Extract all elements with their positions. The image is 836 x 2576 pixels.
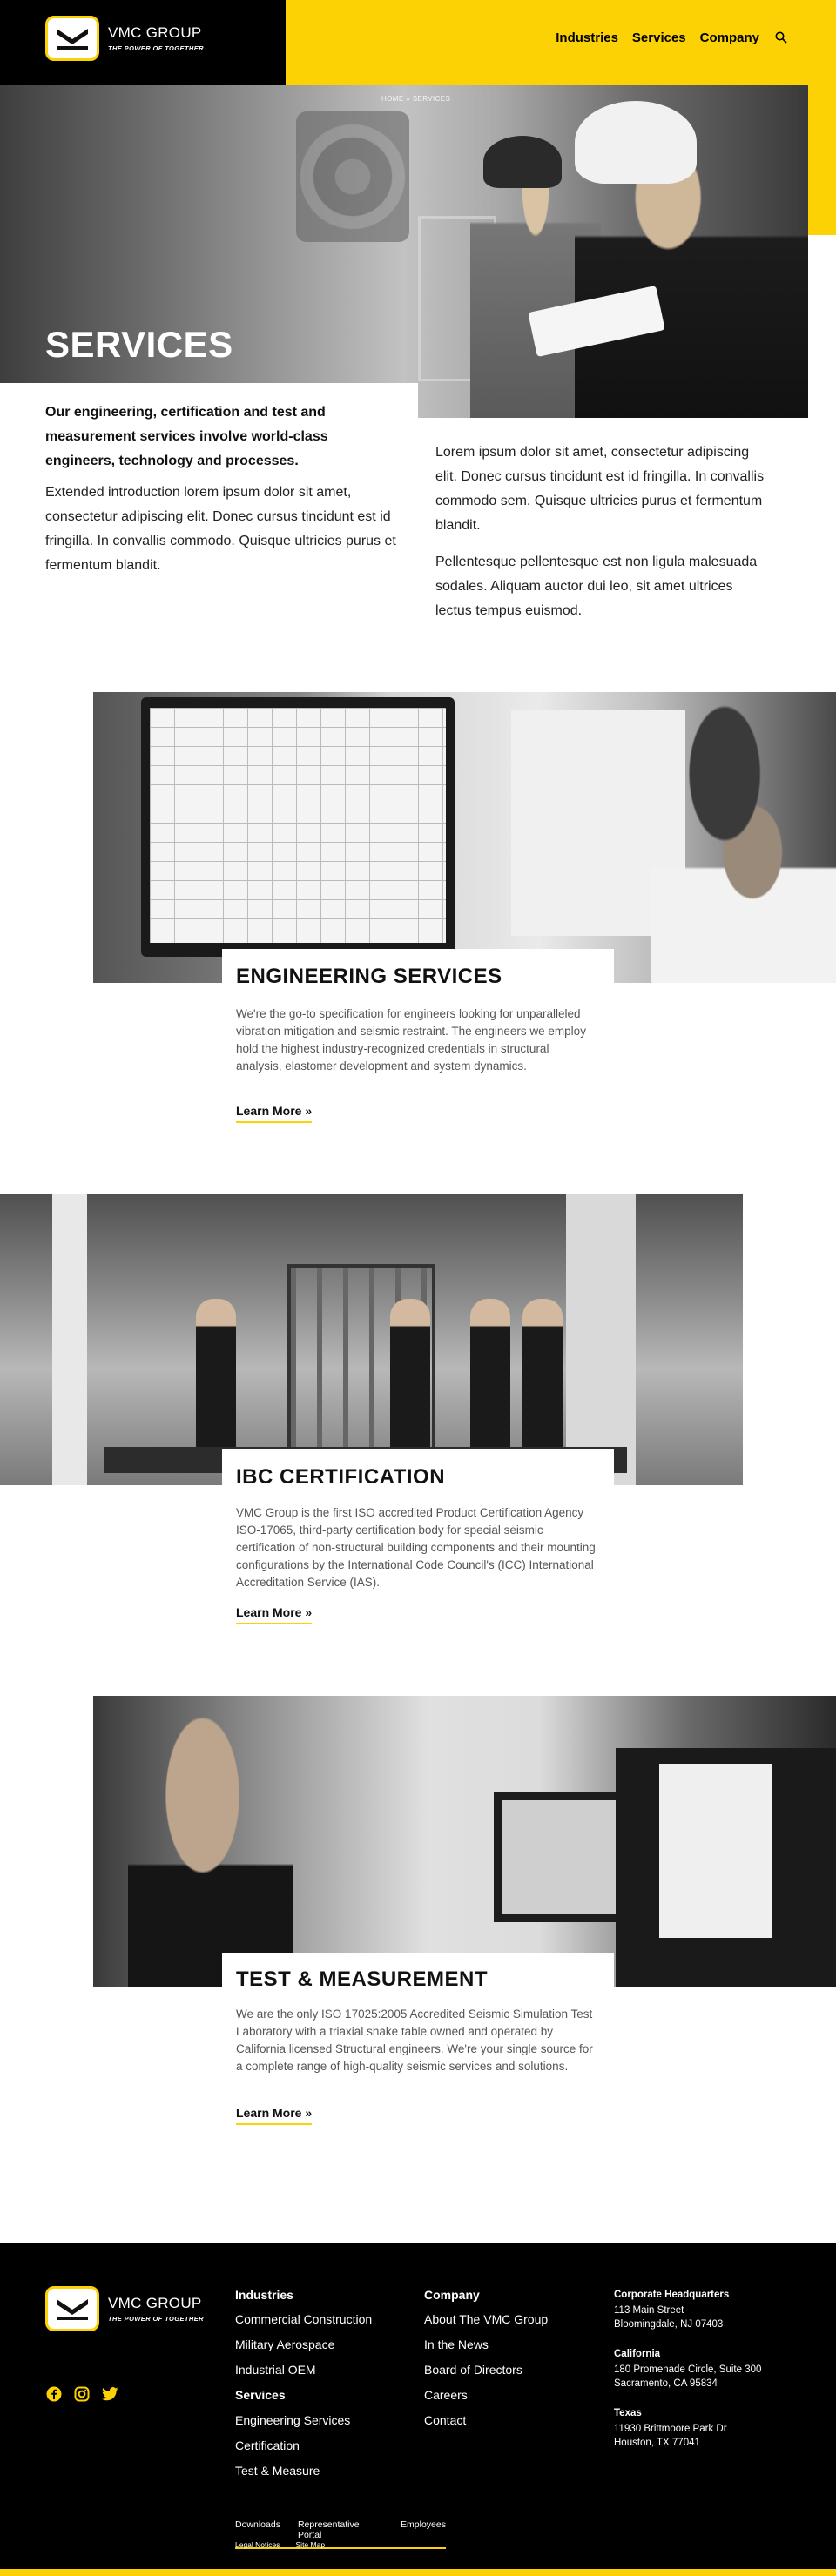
footer-link-engineering-services[interactable]: Engineering Services [235, 2413, 372, 2427]
footer-industries-heading[interactable]: Industries [235, 2288, 372, 2302]
facebook-icon[interactable] [45, 2385, 63, 2403]
address-line: 180 Promenade Circle, Suite 300 [614, 2364, 762, 2375]
intro-body: Extended introduction lorem ipsum dolor … [45, 485, 396, 573]
breadcrumb-home[interactable]: HOME [381, 95, 404, 103]
footer-company-heading[interactable]: Company [424, 2288, 548, 2302]
breadcrumb-separator: » [406, 95, 411, 103]
footer-link-news[interactable]: In the News [424, 2337, 548, 2351]
intro-right-column: Lorem ipsum dolor sit amet, consectetur … [435, 441, 771, 623]
engineering-services-learn-more-link[interactable]: Learn More » [236, 1104, 313, 1123]
footer-yellow-stripe [0, 2569, 836, 2576]
twitter-icon[interactable] [101, 2385, 118, 2403]
test-measurement-image [93, 1696, 836, 1987]
footer-link-military-aerospace[interactable]: Military Aerospace [235, 2337, 372, 2351]
test-measurement-learn-more-link[interactable]: Learn More » [236, 2106, 313, 2125]
footer-logo[interactable]: VMC GROUP THE POWER OF TOGETHER [45, 2286, 204, 2331]
logo-text: VMC GROUP THE POWER OF TOGETHER [108, 24, 204, 52]
footer-link-legal-notices[interactable]: Legal Notices [235, 2540, 280, 2549]
search-icon[interactable] [773, 30, 789, 45]
footer-logo-name: VMC GROUP [108, 2295, 202, 2311]
footer-column-industries: Industries Commercial Construction Milit… [235, 2288, 372, 2489]
breadcrumb-current: SERVICES [412, 95, 451, 103]
location-title: Texas [614, 2408, 642, 2418]
address-line: 11930 Brittmoore Park Dr [614, 2424, 727, 2434]
ibc-certification-description: VMC Group is the first ISO accredited Pr… [236, 1506, 596, 1589]
nav-services[interactable]: Services [632, 30, 686, 45]
vmc-logo-icon [45, 2286, 99, 2331]
footer-link-certification[interactable]: Certification [235, 2438, 372, 2452]
hero-yellow-accent [808, 85, 836, 235]
engineering-services-description: We're the go-to specification for engine… [236, 1007, 586, 1073]
nav-industries[interactable]: Industries [556, 30, 618, 45]
footer-link-commercial-construction[interactable]: Commercial Construction [235, 2312, 372, 2326]
footer-locations: Corporate Headquarters 113 Main Street B… [614, 2290, 806, 2467]
ibc-certification-image [0, 1194, 743, 1485]
footer-link-test-measure[interactable]: Test & Measure [235, 2464, 372, 2478]
main-nav: Industries Services Company [556, 30, 789, 45]
address-line: Bloomingdale, NJ 07403 [614, 2319, 724, 2330]
address-line: Sacramento, CA 95834 [614, 2378, 718, 2389]
site-logo[interactable]: VMC GROUP THE POWER OF TOGETHER [45, 16, 204, 61]
footer-link-careers[interactable]: Careers [424, 2388, 548, 2402]
footer-logo-text: VMC GROUP THE POWER OF TOGETHER [108, 2295, 204, 2323]
footer-link-downloads[interactable]: Downloads [235, 2519, 280, 2540]
intro-lead: Our engineering, certification and test … [45, 405, 328, 468]
breadcrumb: HOME » SERVICES [381, 95, 450, 103]
footer-link-about[interactable]: About The VMC Group [424, 2312, 548, 2326]
footer-link-site-map[interactable]: Site Map [296, 2540, 326, 2549]
ibc-certification-title: IBC CERTIFICATION [236, 1465, 446, 1489]
instagram-icon[interactable] [73, 2385, 91, 2403]
footer-legal-links: Legal Notices Site Map [235, 2540, 325, 2549]
footer-link-board[interactable]: Board of Directors [424, 2363, 548, 2377]
footer-column-company: Company About The VMC Group In the News … [424, 2288, 548, 2438]
nav-company[interactable]: Company [700, 30, 759, 45]
footer-link-industrial-oem[interactable]: Industrial OEM [235, 2363, 372, 2377]
location-address: 11930 Brittmoore Park Dr Houston, TX 770… [614, 2422, 806, 2450]
site-footer: VMC GROUP THE POWER OF TOGETHER Industri… [0, 2243, 836, 2576]
vmc-logo-icon [45, 16, 99, 61]
logo-name: VMC GROUP [108, 24, 202, 41]
site-header: VMC GROUP THE POWER OF TOGETHER Industri… [0, 0, 836, 85]
footer-link-representative-portal[interactable]: Representative Portal [298, 2519, 383, 2540]
location-title: Corporate Headquarters [614, 2290, 730, 2300]
page-title: SERVICES [45, 324, 233, 365]
test-measurement-description: We are the only ISO 17025:2005 Accredite… [236, 2008, 593, 2073]
address-line: Houston, TX 77041 [614, 2438, 700, 2448]
engineering-services-image [93, 692, 836, 983]
location-address: 113 Main Street Bloomingdale, NJ 07403 [614, 2304, 806, 2331]
ibc-certification-learn-more-link[interactable]: Learn More » [236, 1605, 313, 1624]
social-links [45, 2385, 118, 2403]
footer-logo-tagline: THE POWER OF TOGETHER [108, 2315, 204, 2323]
logo-tagline: THE POWER OF TOGETHER [108, 44, 204, 52]
test-measurement-title: TEST & MEASUREMENT [236, 1967, 489, 1991]
location-title: California [614, 2349, 661, 2359]
location-address: 180 Promenade Circle, Suite 300 Sacramen… [614, 2363, 806, 2391]
footer-link-contact[interactable]: Contact [424, 2413, 548, 2427]
hero-image [0, 85, 808, 418]
intro-paragraph-2: Pellentesque pellentesque est non ligula… [435, 555, 758, 618]
intro-paragraph-1: Lorem ipsum dolor sit amet, consectetur … [435, 445, 765, 533]
engineering-services-title: ENGINEERING SERVICES [236, 965, 502, 988]
footer-services-heading[interactable]: Services [235, 2388, 372, 2402]
address-line: 113 Main Street [614, 2305, 684, 2316]
footer-link-employees[interactable]: Employees [401, 2519, 446, 2540]
